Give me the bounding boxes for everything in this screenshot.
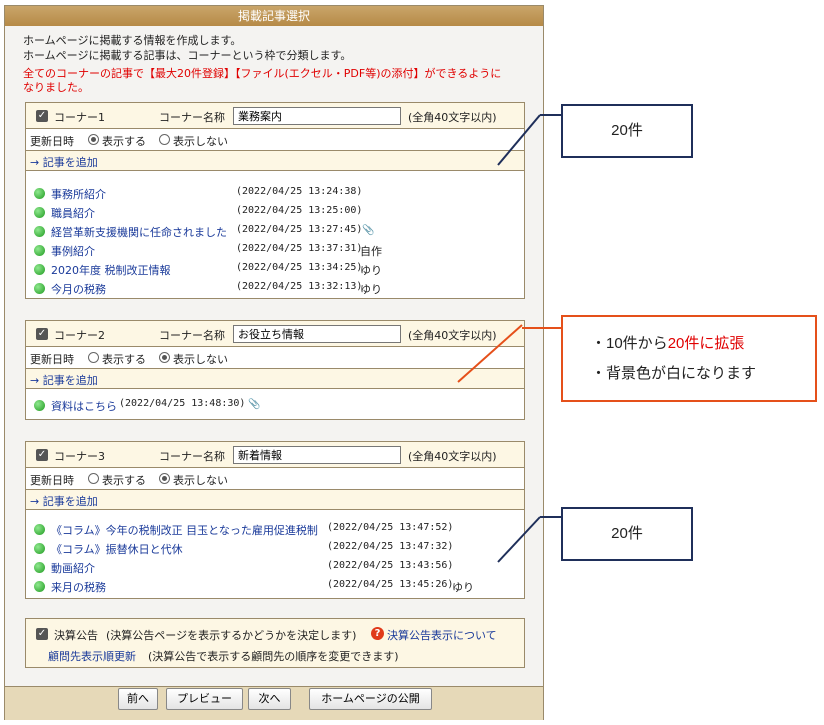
note-2-text-a: ・10件から [591, 335, 668, 352]
callout-line-1 [497, 114, 541, 166]
note-2-text-c: ・背景色が白になります [591, 365, 757, 382]
callout-line-3 [497, 516, 541, 563]
note-3-text: 20件 [611, 525, 643, 542]
annotation-note-3: 20件 [561, 507, 693, 561]
note-1-text: 20件 [611, 122, 643, 139]
callout-line-2 [457, 324, 523, 383]
annotation-note-1: 20件 [561, 104, 693, 158]
note-2-text-b: 20件に拡張 [667, 335, 745, 352]
annotation-note-2: ・10件から20件に拡張 ・背景色が白になります [561, 315, 817, 402]
